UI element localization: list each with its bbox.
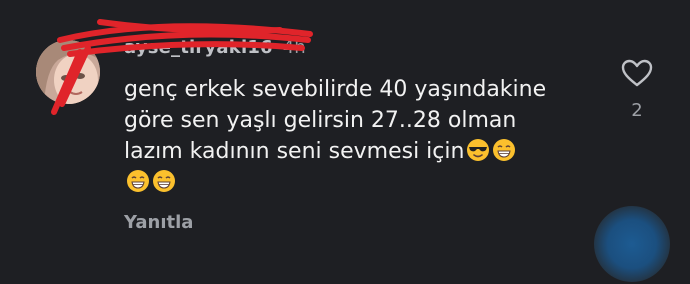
heart-icon[interactable] bbox=[620, 58, 654, 88]
emoji-grin-icon bbox=[127, 170, 149, 192]
avatar-image bbox=[36, 40, 100, 104]
comment-text: genç erkek sevebilirde 40 yaşındakine gö… bbox=[124, 74, 594, 198]
emoji-sunglasses-icon bbox=[467, 139, 490, 161]
timestamp: 4h bbox=[282, 36, 306, 58]
emoji-grin-icon bbox=[153, 170, 175, 192]
comment-line-3: lazım kadının seni sevmesi için bbox=[124, 139, 465, 164]
comment-line-2: göre sen yaşlı gelirsin 27..28 olman bbox=[124, 108, 517, 133]
like-area: 2 bbox=[614, 58, 660, 121]
comment-header: ayse_tiryaki16 4h bbox=[124, 34, 306, 60]
emoji-grin-icon bbox=[493, 139, 516, 161]
comment-line-1: genç erkek sevebilirde 40 yaşındakine bbox=[124, 77, 547, 102]
floating-action-button[interactable] bbox=[594, 206, 670, 282]
reply-button[interactable]: Yanıtla bbox=[124, 212, 193, 233]
username[interactable]: ayse_tiryaki16 bbox=[124, 37, 273, 58]
like-count: 2 bbox=[631, 100, 643, 121]
avatar[interactable] bbox=[36, 40, 100, 104]
